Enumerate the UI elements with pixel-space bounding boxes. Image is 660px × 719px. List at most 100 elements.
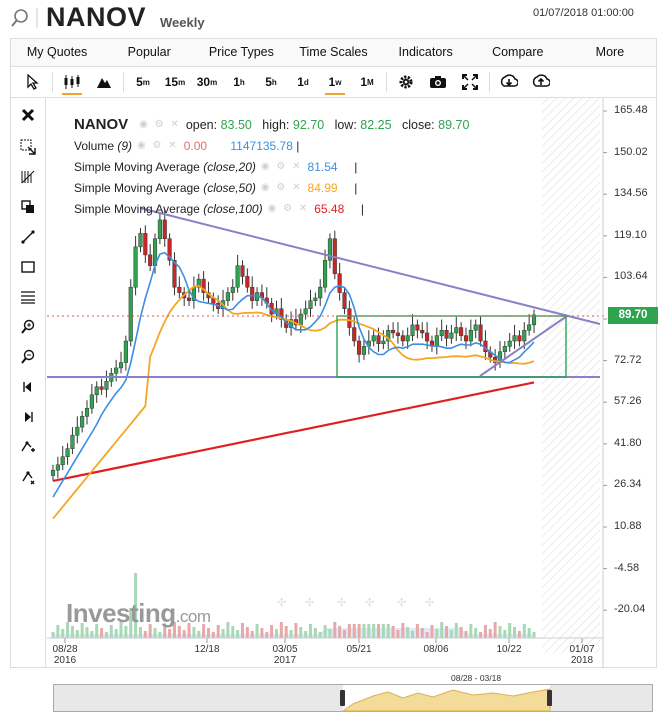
timeframe-1h[interactable]: 1h <box>223 66 255 98</box>
y-tick-label: 103.64 <box>614 270 648 283</box>
open-label: open: <box>185 117 218 132</box>
y-tick-label: -20.04 <box>614 603 646 616</box>
volume-bar <box>508 623 512 638</box>
back-icon[interactable] <box>10 372 46 402</box>
x-tick-label: 08/06 <box>423 644 449 655</box>
zoom-out-icon[interactable] <box>10 342 46 372</box>
volume-bar <box>265 632 269 638</box>
navigator-handle-left[interactable] <box>340 690 345 706</box>
pointer-icon[interactable] <box>10 462 46 492</box>
volume-bar <box>168 629 172 638</box>
crosshair-icon[interactable] <box>10 132 46 162</box>
x-tick-label: 01/07 2018 <box>569 644 595 666</box>
y-tick-label: 41.80 <box>614 436 642 449</box>
volume-bar <box>333 622 337 638</box>
symbol-title: NANOV <box>46 2 147 32</box>
sma50-value: 84.99 <box>307 180 338 195</box>
y-tick-label: 72.72 <box>614 353 642 366</box>
timeframe-5m[interactable]: 5m <box>127 66 159 98</box>
volume-bar <box>469 624 473 638</box>
sma100-value: 65.48 <box>314 201 345 216</box>
legend-visibility-icons[interactable]: ◉ ⚙ ✕ <box>139 119 181 130</box>
horizontal-lines-icon[interactable] <box>10 282 46 312</box>
magnet-icon[interactable] <box>10 432 46 462</box>
low-value: 82.25 <box>360 117 392 132</box>
gear-icon[interactable] <box>390 66 422 98</box>
upload-icon[interactable] <box>525 66 557 98</box>
volume-ma-value: 0.00 <box>183 138 208 153</box>
timeframe-1d[interactable]: 1d <box>287 66 319 98</box>
menu-popular[interactable]: Popular <box>103 39 195 66</box>
volume-bar <box>459 627 463 638</box>
volume-bar <box>454 623 458 638</box>
volume-bar <box>182 630 186 638</box>
fullscreen-icon[interactable] <box>454 66 486 98</box>
volume-bar <box>75 630 79 638</box>
menu-compare[interactable]: Compare <box>472 39 564 66</box>
forward-icon[interactable] <box>10 402 46 432</box>
watermark-glyph: ✣ <box>425 596 434 609</box>
y-tick-label: 10.88 <box>614 520 642 532</box>
search-icon[interactable] <box>10 8 30 28</box>
zoom-in-icon[interactable] <box>10 312 46 342</box>
volume-param: (9) <box>117 138 133 153</box>
watermark-glyph: ✣ <box>397 596 406 609</box>
menu-more[interactable]: More <box>564 39 656 66</box>
timeframe-1M[interactable]: 1M <box>351 66 383 98</box>
volume-bar <box>153 628 157 638</box>
low-label: low: <box>334 117 357 132</box>
line-tool-icon[interactable] <box>10 222 46 252</box>
volume-bar <box>401 623 405 638</box>
volume-bar <box>216 625 220 638</box>
volume-bar <box>158 632 162 638</box>
volume-bar <box>352 624 356 638</box>
volume-bar <box>474 628 478 638</box>
fibonacci-icon[interactable] <box>10 162 46 192</box>
close-value: 89.70 <box>438 117 470 132</box>
high-label: high: <box>262 117 290 132</box>
close-label: close: <box>402 117 435 132</box>
menu-my-quotes[interactable]: My Quotes <box>11 39 103 66</box>
timeframe-5h[interactable]: 5h <box>255 66 287 98</box>
cursor-arrow-icon[interactable] <box>17 66 49 98</box>
volume-bar <box>90 631 94 638</box>
menu-bar: My Quotes Popular Price Types Time Scale… <box>10 38 657 66</box>
menu-price-types[interactable]: Price Types <box>195 39 287 66</box>
period-label: Weekly <box>160 15 205 30</box>
volume-bar <box>226 622 230 638</box>
volume-bar <box>313 628 317 638</box>
toolbar-divider <box>123 72 124 92</box>
open-value: 83.50 <box>220 117 252 132</box>
watermark-glyph: ✣ <box>305 596 314 609</box>
timeframe-15m[interactable]: 15 m <box>159 66 191 98</box>
timeframe-30m[interactable]: 30 m <box>191 66 223 98</box>
volume-bar <box>425 632 429 638</box>
legend-visibility-icons[interactable]: ◉ ⚙ ✕ <box>268 203 310 214</box>
volume-bar <box>513 627 517 638</box>
download-icon[interactable] <box>493 66 525 98</box>
close-icon[interactable] <box>10 98 46 132</box>
navigator-handle-right[interactable] <box>547 690 552 706</box>
volume-bar <box>211 632 215 638</box>
rectangle-icon[interactable] <box>10 252 46 282</box>
navigator[interactable] <box>53 684 653 712</box>
volume-bar <box>396 630 400 638</box>
copy-icon[interactable] <box>10 192 46 222</box>
legend-visibility-icons[interactable]: ◉ ⚙ ✕ <box>137 140 179 151</box>
volume-bar <box>493 622 497 638</box>
candlestick-icon[interactable] <box>56 66 88 98</box>
volume-value: 1147135.78 <box>230 138 293 153</box>
mountain-chart-icon[interactable] <box>88 66 120 98</box>
volume-bar <box>51 632 55 638</box>
timeframe-1w[interactable]: 1w <box>319 66 351 98</box>
volume-bar <box>498 626 502 638</box>
legend-visibility-icons[interactable]: ◉ ⚙ ✕ <box>261 182 303 193</box>
menu-indicators[interactable]: Indicators <box>380 39 472 66</box>
menu-time-scales[interactable]: Time Scales <box>287 39 379 66</box>
camera-icon[interactable] <box>422 66 454 98</box>
volume-bar <box>522 624 526 638</box>
y-tick-label: 26.34 <box>614 478 642 491</box>
watermark-glyph: ✣ <box>337 596 346 609</box>
legend-visibility-icons[interactable]: ◉ ⚙ ✕ <box>261 161 303 172</box>
volume-bar <box>206 628 210 638</box>
